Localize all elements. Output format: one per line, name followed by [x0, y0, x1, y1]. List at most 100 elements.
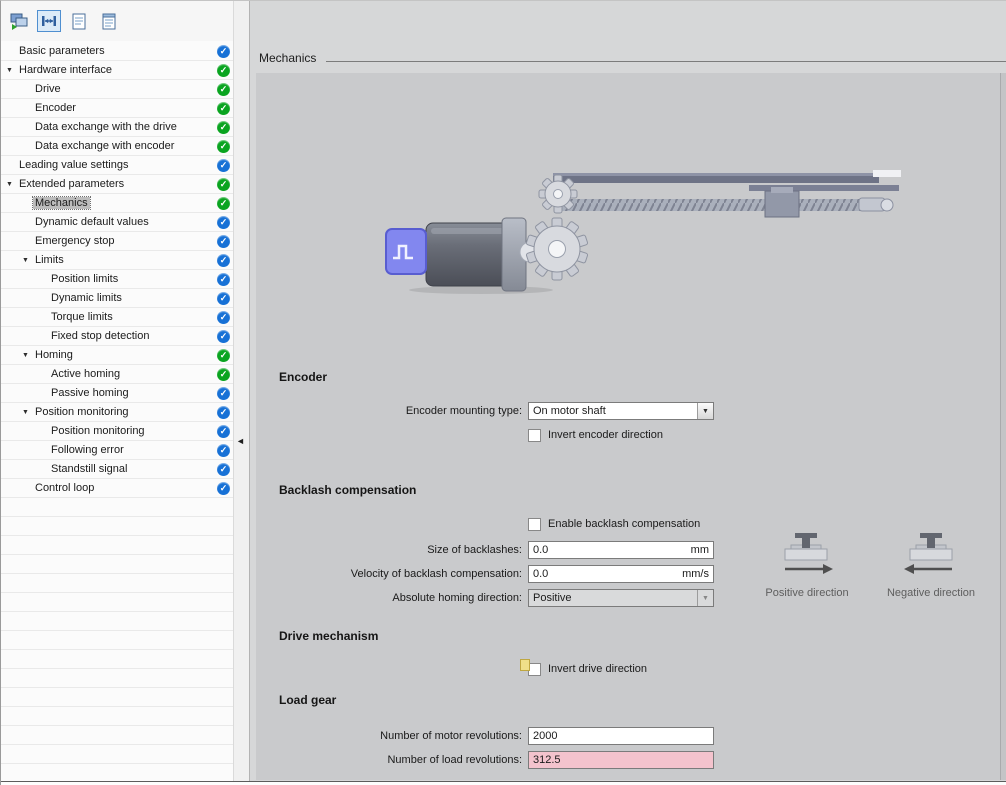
- backlash-size-label: Size of backlashes:: [256, 544, 522, 556]
- sidebar-item-active-homing[interactable]: Active homing ✓: [1, 365, 233, 384]
- encoder-mounting-row: Encoder mounting type: On motor shaft ▼: [256, 402, 736, 420]
- backlash-velocity-value: 0.0: [529, 568, 678, 580]
- expand-caret-icon[interactable]: ▼: [22, 252, 29, 270]
- sidebar-item-label: Drive: [33, 83, 63, 95]
- expand-caret-icon[interactable]: ▼: [22, 404, 29, 422]
- collapse-panel-icon[interactable]: ◄: [235, 431, 246, 451]
- sidebar-item-label: Position monitoring: [49, 425, 147, 437]
- load-gear-section-header: Load gear: [279, 692, 336, 708]
- enable-backlash-label: Enable backlash compensation: [548, 518, 700, 530]
- encoder-section-header: Encoder: [279, 369, 327, 385]
- status-ok-green-icon: ✓: [217, 197, 230, 210]
- status-ok-green-icon: ✓: [217, 121, 230, 134]
- sidebar-item-label: Active homing: [49, 368, 122, 380]
- negative-direction-icon: [896, 527, 966, 577]
- document-button[interactable]: [67, 10, 91, 32]
- chevron-down-icon[interactable]: ▼: [697, 590, 713, 606]
- fit-to-width-button[interactable]: [37, 10, 61, 32]
- expand-caret-icon[interactable]: ▼: [6, 176, 13, 194]
- sidebar-item-label: Following error: [49, 444, 126, 456]
- enable-backlash-checkbox[interactable]: [528, 518, 541, 531]
- status-ok-green-icon: ✓: [217, 83, 230, 96]
- positive-direction-icon: [771, 527, 841, 577]
- sidebar-item-passive-homing[interactable]: Passive homing✓: [1, 384, 233, 403]
- sidebar-item-data-exchange-with-encoder[interactable]: Data exchange with encoder✓: [1, 137, 233, 156]
- sidebar-item-label: Data exchange with the drive: [33, 121, 179, 133]
- status-ok-blue-icon: ✓: [217, 216, 230, 229]
- sidebar-item-label: Mechanics: [33, 197, 90, 209]
- diagnostics-icon: [9, 11, 29, 31]
- status-ok-blue-icon: ✓: [217, 311, 230, 324]
- load-revolutions-value: 312.5: [529, 754, 713, 766]
- carriage: [765, 191, 799, 217]
- status-ok-green-icon: ✓: [217, 349, 230, 362]
- backlash-velocity-row: Velocity of backlash compensation: 0.0 m…: [256, 565, 736, 583]
- invert-drive-direction-label: Invert drive direction: [548, 663, 647, 675]
- load-revolutions-row: Number of load revolutions: 312.5: [256, 751, 736, 769]
- sidebar-item-standstill-signal[interactable]: Standstill signal✓: [1, 460, 233, 479]
- load-revolutions-input[interactable]: 312.5: [528, 751, 714, 769]
- sidebar-item-position-monitoring[interactable]: ▼Position monitoring✓: [1, 403, 233, 422]
- sidebar-item-position-limits[interactable]: Position limits✓: [1, 270, 233, 289]
- vertical-scrollbar[interactable]: [1000, 73, 1006, 780]
- expand-caret-icon[interactable]: ▼: [6, 62, 13, 80]
- encoder-mounting-value: On motor shaft: [529, 405, 697, 417]
- expand-caret-icon[interactable]: ▼: [22, 347, 29, 365]
- sidebar-item-hardware-interface[interactable]: ▼Hardware interface✓: [1, 61, 233, 80]
- sidebar-item-data-exchange-with-the-drive[interactable]: Data exchange with the drive ✓: [1, 118, 233, 137]
- navigation-panel: Basic parameters✓▼Hardware interface✓Dri…: [1, 1, 233, 785]
- sidebar-item-fixed-stop-detection[interactable]: Fixed stop detection✓: [1, 327, 233, 346]
- document-icon: [70, 12, 88, 31]
- sidebar-item-label: Position monitoring: [33, 406, 131, 418]
- homing-direction-label: Absolute homing direction:: [256, 592, 522, 604]
- sidebar-item-mechanics[interactable]: Mechanics ✓: [1, 194, 233, 213]
- status-ok-blue-icon: ✓: [217, 387, 230, 400]
- change-marker-icon: [520, 659, 530, 671]
- enable-backlash-row: Enable backlash compensation: [528, 516, 700, 532]
- page-header: Mechanics: [259, 47, 1006, 65]
- status-ok-blue-icon: ✓: [217, 273, 230, 286]
- sidebar-item-label: Leading value settings: [17, 159, 130, 171]
- backlash-velocity-input[interactable]: 0.0 mm/s: [528, 565, 714, 583]
- sidebar-item-label: Encoder: [33, 102, 78, 114]
- sidebar-item-label: Dynamic default values: [33, 216, 151, 228]
- sidebar-item-control-loop[interactable]: Control loop✓: [1, 479, 233, 498]
- fit-width-icon: [41, 14, 57, 28]
- positive-direction-caption: Positive direction: [749, 587, 865, 599]
- status-ok-blue-icon: ✓: [217, 292, 230, 305]
- sidebar-item-basic-parameters[interactable]: Basic parameters✓: [1, 42, 233, 61]
- panel-splitter[interactable]: ◄: [233, 1, 250, 785]
- sidebar-item-homing[interactable]: ▼ Homing ✓: [1, 346, 233, 365]
- homing-direction-select[interactable]: Positive ▼: [528, 589, 714, 607]
- sidebar-item-dynamic-default-values[interactable]: Dynamic default values ✓: [1, 213, 233, 232]
- document-list-button[interactable]: [97, 10, 121, 32]
- status-ok-blue-icon: ✓: [217, 330, 230, 343]
- sidebar-item-leading-value-settings[interactable]: Leading value settings✓: [1, 156, 233, 175]
- sidebar-item-limits[interactable]: ▼ Limits ✓: [1, 251, 233, 270]
- backlash-size-input[interactable]: 0.0 mm: [528, 541, 714, 559]
- status-ok-green-icon: ✓: [217, 368, 230, 381]
- status-ok-blue-icon: ✓: [217, 254, 230, 267]
- sidebar-item-encoder[interactable]: Encoder✓: [1, 99, 233, 118]
- sidebar-item-extended-parameters[interactable]: ▼Extended parameters✓: [1, 175, 233, 194]
- backlash-velocity-label: Velocity of backlash compensation:: [256, 568, 522, 580]
- sidebar-item-label: Limits: [33, 254, 66, 266]
- navigation-toolbar: [1, 1, 233, 41]
- sidebar-item-position-monitoring[interactable]: Position monitoring✓: [1, 422, 233, 441]
- sidebar-item-dynamic-limits[interactable]: Dynamic limits✓: [1, 289, 233, 308]
- sidebar-item-following-error[interactable]: Following error✓: [1, 441, 233, 460]
- sidebar-item-torque-limits[interactable]: Torque limits✓: [1, 308, 233, 327]
- sidebar-item-label: Basic parameters: [17, 45, 107, 57]
- sidebar-item-drive[interactable]: Drive ✓: [1, 80, 233, 99]
- backlash-section-header: Backlash compensation: [279, 482, 416, 498]
- invert-encoder-direction-checkbox[interactable]: [528, 429, 541, 442]
- encoder-mounting-select[interactable]: On motor shaft ▼: [528, 402, 714, 420]
- chevron-down-icon[interactable]: ▼: [697, 403, 713, 419]
- motor-revolutions-label: Number of motor revolutions:: [256, 730, 522, 742]
- motor-revolutions-input[interactable]: 2000: [528, 727, 714, 745]
- diagnostics-button[interactable]: [7, 10, 31, 32]
- status-ok-blue-icon: ✓: [217, 235, 230, 248]
- sidebar-item-label: Homing: [33, 349, 75, 361]
- sidebar-item-emergency-stop[interactable]: Emergency stop✓: [1, 232, 233, 251]
- homing-direction-row: Absolute homing direction: Positive ▼: [256, 589, 736, 607]
